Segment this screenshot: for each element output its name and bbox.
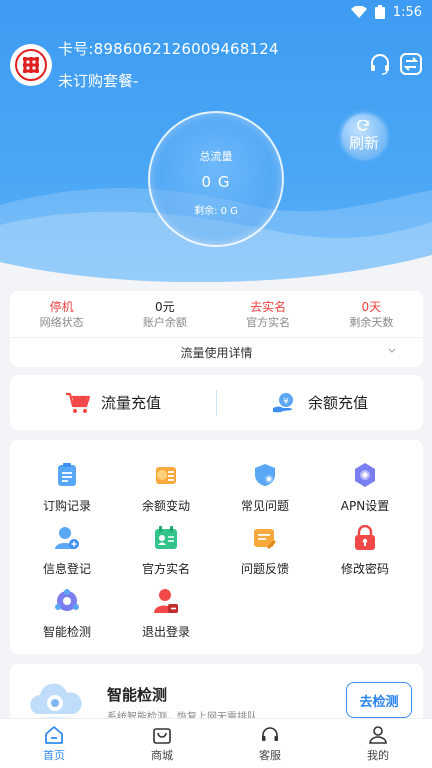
status-bar: 1:56 [0, 0, 432, 24]
grid-item-label: 订购记录 [42, 499, 91, 513]
grid-item-faq[interactable]: 常见问题 [215, 462, 315, 514]
change-password-icon [355, 524, 375, 550]
headset-icon [262, 727, 278, 741]
usage-detail-label: 流量使用详情 [180, 346, 253, 360]
grid-item-label: 信息登记 [42, 562, 91, 576]
chevron-down-icon [388, 348, 396, 353]
grid-item-label: 修改密码 [340, 562, 389, 576]
account-status-card: 停机 网络状态 0元 账户余额 去实名 官方实名 0天 剩余天数 流量使用详情 [10, 291, 423, 367]
plan-status: 未订购套餐- [58, 72, 139, 90]
stat-value: 0天 [361, 300, 382, 314]
order-record-icon [58, 463, 76, 486]
apn-settings-icon [355, 463, 375, 487]
stat-network-status[interactable]: 停机 网络状态 [10, 299, 113, 337]
wifi-icon [350, 6, 367, 18]
gauge-remaining: 剩余: 0 G [194, 206, 238, 217]
grid-item-order-record[interactable]: 订购记录 [17, 462, 117, 514]
balance-recharge-button[interactable]: ¥ 余额充值 [217, 375, 423, 430]
stat-balance[interactable]: 0元 账户余额 [113, 299, 216, 337]
stat-real-name[interactable]: 去实名 官方实名 [217, 299, 320, 337]
nav-label: 我的 [367, 749, 389, 762]
grid-item-label: APN设置 [340, 499, 390, 513]
nav-label: 客服 [259, 749, 281, 762]
nav-label: 首页 [43, 749, 65, 762]
grid-item-label: 问题反馈 [240, 562, 289, 576]
header-banner: 卡号:89860621260094681​24 未订购套餐- 刷新 总流量 0 … [0, 0, 432, 282]
stat-value: 去实名 [250, 300, 287, 314]
data-recharge-label: 流量充值 [100, 394, 161, 412]
gauge-label: 总流量 [199, 150, 233, 163]
info-register-icon [55, 527, 79, 549]
stat-days-left[interactable]: 0天 剩余天数 [320, 299, 423, 337]
stat-label: 网络状态 [39, 316, 84, 329]
grid-item-apn-settings[interactable]: APN设置 [315, 462, 415, 514]
shopping-bag-icon [153, 728, 171, 744]
user-icon [369, 726, 387, 744]
grid-item-real-name[interactable]: 官方实名 [116, 525, 216, 577]
grid-item-logout[interactable]: 退出登录 [116, 588, 216, 640]
nav-support[interactable]: 客服 [216, 719, 324, 768]
switch-card-icon[interactable] [399, 52, 423, 76]
stat-value: 停机 [49, 300, 74, 314]
recharge-card: 流量充值 ¥ 余额充值 [10, 375, 423, 430]
nav-home[interactable]: 首页 [0, 719, 108, 768]
card-number: 卡号:89860621260094681​24 [58, 40, 279, 58]
headset-icon[interactable] [368, 52, 392, 76]
faq-icon [255, 464, 275, 486]
refresh-label: 刷新 [348, 133, 379, 152]
usage-detail-toggle[interactable]: 流量使用详情 [10, 337, 423, 367]
grid-item-label: 余额变动 [141, 499, 190, 513]
data-recharge-button[interactable]: 流量充值 [10, 375, 216, 430]
smart-check-icon [55, 589, 79, 611]
real-name-icon [155, 526, 177, 549]
bottom-navigation: 首页 商城 客服 我的 [0, 718, 432, 768]
refresh-button[interactable]: 刷新 [342, 114, 386, 158]
grid-item-feedback[interactable]: 问题反馈 [215, 525, 315, 577]
grid-item-balance-change[interactable]: 余额变动 [116, 462, 216, 514]
feedback-icon [254, 529, 276, 549]
logout-icon [154, 589, 178, 613]
grid-item-label: 退出登录 [141, 625, 190, 639]
gauge-value: 0 G [201, 173, 231, 191]
stat-label: 官方实名 [246, 316, 291, 329]
battery-icon [374, 5, 385, 19]
balance-change-icon [156, 467, 176, 484]
nav-mall[interactable]: 商城 [108, 719, 216, 768]
stat-value: 0元 [155, 300, 175, 314]
balance-recharge-label: 余额充值 [307, 394, 368, 412]
smart-check-card: 智能检测 系统智能检测，恢复上网无需排队 去检测 [10, 664, 423, 724]
traffic-gauge: 总流量 0 G 剩余: 0 G [148, 111, 284, 247]
shopping-cart-icon [65, 392, 91, 413]
carrier-logo [10, 44, 52, 86]
smart-check-title: 智能检测 [107, 686, 168, 704]
go-check-button[interactable]: 去检测 [346, 682, 412, 718]
grid-item-label: 智能检测 [42, 625, 91, 639]
home-icon [45, 726, 63, 744]
function-grid: 订购记录 余额变动 常见问题 APN设置 信息登记 官方实名 问题反馈 修改密码… [10, 440, 423, 654]
nav-mine[interactable]: 我的 [324, 719, 432, 768]
refresh-icon [357, 119, 369, 131]
coin-hand-icon: ¥ [272, 392, 293, 412]
clock: 1:56 [392, 4, 422, 20]
grid-item-change-password[interactable]: 修改密码 [315, 524, 415, 577]
stat-label: 剩余天数 [349, 316, 394, 329]
stat-label: 账户余额 [142, 316, 187, 329]
svg-text:¥: ¥ [283, 397, 289, 407]
china-unicom-logo-icon [15, 49, 47, 81]
grid-item-label: 常见问题 [240, 499, 289, 513]
grid-item-smart-check[interactable]: 智能检测 [17, 588, 117, 640]
grid-item-label: 官方实名 [141, 562, 190, 576]
nav-label: 商城 [151, 749, 173, 762]
grid-item-info-register[interactable]: 信息登记 [17, 525, 117, 577]
